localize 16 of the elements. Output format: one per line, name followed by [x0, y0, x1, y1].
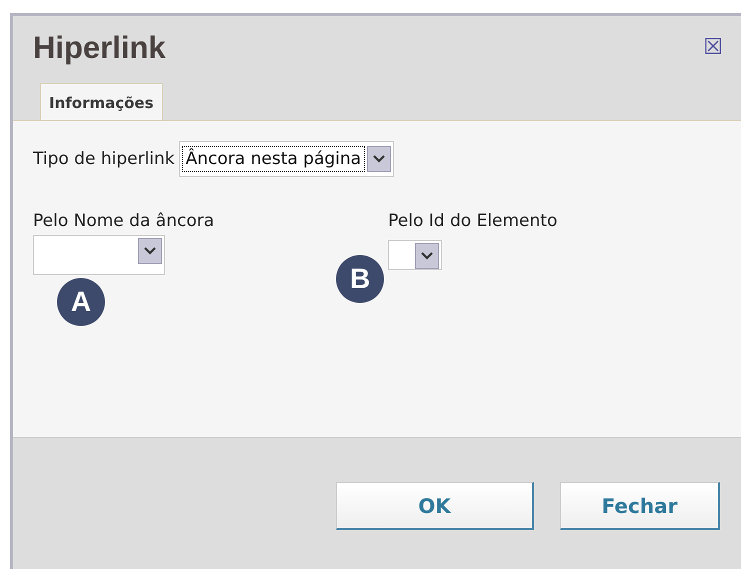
- field-label: Pelo Id do Elemento: [388, 211, 558, 231]
- callout-badge: B: [336, 255, 384, 303]
- chevron-down-icon: [373, 155, 386, 163]
- dialog-title: Hiperlink: [33, 30, 166, 66]
- field-label: Tipo de hiperlink: [33, 149, 175, 169]
- dropdown-field[interactable]: [388, 240, 442, 270]
- tab[interactable]: Informações: [40, 83, 163, 120]
- chevron-down-icon: [144, 247, 156, 255]
- field-label: Pelo Nome da âncora: [33, 211, 214, 231]
- dialog-button[interactable]: OK: [336, 482, 534, 530]
- link-type-select[interactable]: Âncora nesta página: [178, 141, 394, 177]
- chevron-down-icon: [421, 252, 434, 260]
- callout-badge: A: [57, 278, 105, 326]
- dropdown-field[interactable]: [33, 235, 165, 275]
- close-button[interactable]: ☒: [703, 37, 723, 59]
- dialog-button[interactable]: Fechar: [560, 482, 720, 530]
